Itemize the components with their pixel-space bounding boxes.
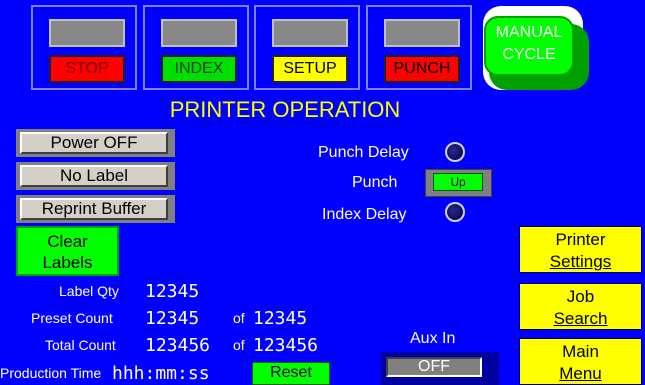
reprint-buffer-button[interactable]: Reprint Buffer [20, 198, 168, 220]
main-menu-line2: Menu [559, 364, 602, 383]
index-mode-button[interactable]: INDEX [143, 5, 249, 90]
index-label: INDEX [161, 55, 237, 83]
production-time-value: hhh:mm:ss [112, 363, 210, 384]
setup-indicator [272, 19, 348, 47]
preset-count-value: 12345 [145, 308, 200, 329]
total-count-value: 123456 [145, 335, 211, 356]
power-off-button[interactable]: Power OFF [20, 132, 168, 154]
job-search-button[interactable]: Job Search [519, 283, 642, 330]
printer-settings-line1: Printer [555, 230, 606, 249]
preset-total-value: 12345 [253, 308, 308, 329]
manual-cycle-line1: MANUAL [495, 24, 563, 41]
punch-delay-label: Punch Delay [318, 144, 409, 161]
job-search-line1: Job [566, 287, 595, 306]
total-of-label: of [233, 337, 245, 353]
punch-delay-lamp-icon [445, 142, 465, 162]
clear-labels-line2: Labels [42, 253, 93, 272]
aux-in-label: Aux In [410, 330, 456, 347]
punch-mode-button[interactable]: PUNCH [366, 5, 472, 90]
production-time-label: Production Time [0, 365, 102, 381]
preset-count-label: Preset Count [31, 310, 113, 326]
index-delay-lamp-icon [445, 202, 465, 222]
label-qty-label: Label Qty [59, 283, 119, 299]
manual-cycle-button[interactable]: MANUAL CYCLE [484, 16, 574, 76]
stop-indicator [49, 19, 125, 47]
setup-mode-button[interactable]: SETUP [254, 5, 360, 90]
total-count-label: Total Count [45, 337, 116, 353]
punch-label: PUNCH [384, 55, 460, 83]
index-delay-label: Index Delay [322, 206, 407, 223]
reset-button[interactable]: Reset [252, 362, 330, 385]
no-label-button[interactable]: No Label [20, 165, 168, 187]
aux-in-state[interactable]: OFF [386, 357, 482, 377]
printer-settings-line2: Settings [549, 252, 612, 271]
label-qty-value: 12345 [145, 281, 200, 302]
setup-label: SETUP [272, 55, 348, 83]
punch-state-button[interactable]: Up [433, 173, 483, 191]
manual-cycle-line2: CYCLE [502, 46, 556, 63]
index-indicator [161, 19, 237, 47]
punch-status-label: Punch [352, 174, 398, 191]
clear-labels-button[interactable]: Clear Labels [16, 226, 119, 276]
stop-label: STOP [49, 55, 125, 83]
total-target-value: 123456 [253, 335, 319, 356]
page-title: PRINTER OPERATION [169, 97, 401, 122]
clear-labels-line1: Clear [47, 232, 88, 251]
main-menu-line1: Main [562, 342, 599, 361]
printer-settings-button[interactable]: Printer Settings [519, 226, 642, 273]
preset-of-label: of [233, 310, 245, 326]
main-menu-button[interactable]: Main Menu [519, 338, 642, 385]
stop-mode-button[interactable]: STOP [31, 5, 137, 90]
punch-indicator [384, 19, 460, 47]
job-search-line2: Search [553, 309, 608, 328]
